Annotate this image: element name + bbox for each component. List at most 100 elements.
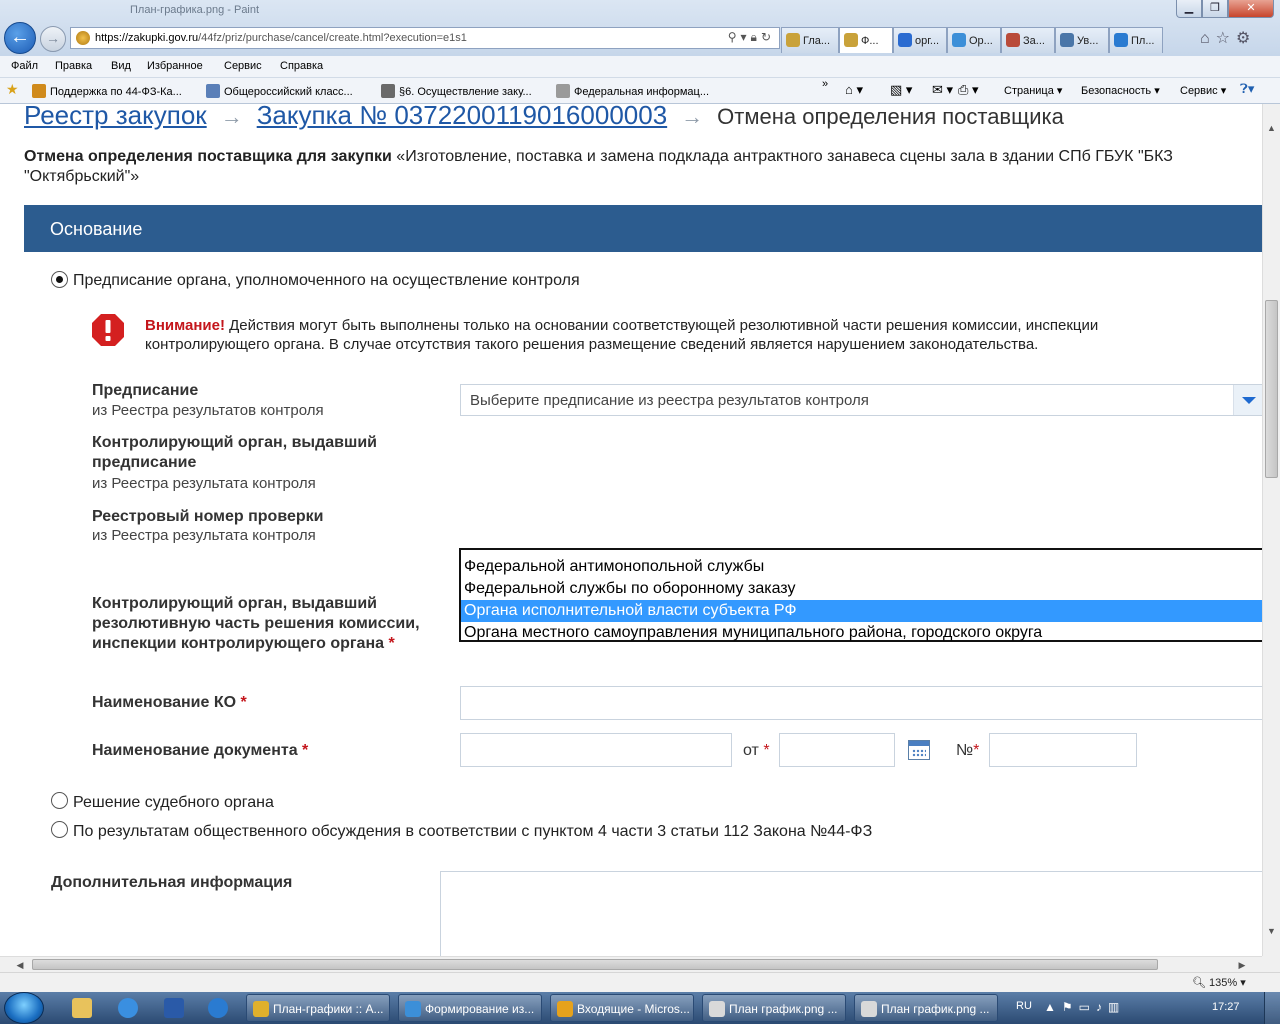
command-bar-item[interactable]: Страница ▾	[1004, 84, 1062, 97]
horizontal-scrollbar[interactable]: ◀ ▶	[0, 956, 1262, 972]
taskbar-window-button[interactable]: План-графики :: А...	[246, 994, 390, 1022]
menu-item[interactable]: Справка	[280, 60, 323, 72]
favorite-link[interactable]: Поддержка по 44-ФЗ-Ка...	[32, 84, 182, 98]
browser-tab[interactable]: Ор...	[947, 27, 1001, 53]
resolution-organ-dropdown-list[interactable]: Федеральной антимонопольной службы Федера…	[459, 548, 1262, 642]
section-header: Основание	[24, 205, 1262, 252]
scroll-up-icon[interactable]: ▲	[1263, 120, 1280, 137]
taskbar-window-button[interactable]: Формирование из...	[398, 994, 542, 1022]
radio-court-label[interactable]: Решение судебного органа	[73, 794, 274, 812]
page-viewport: Реестр закупок → Закупка № 037220011901600…	[0, 104, 1262, 956]
breadcrumb-registry-link[interactable]: Реестр закупок	[24, 104, 207, 130]
favorite-link[interactable]: §6. Осуществление заку...	[381, 84, 532, 98]
favorites-star-icon[interactable]: ★	[6, 81, 19, 98]
taskbar-window-button[interactable]: План график.png ...	[702, 994, 846, 1022]
dropdown-option[interactable]: Органа местного самоуправления муниципал…	[461, 622, 1262, 644]
back-button[interactable]: ←	[4, 22, 36, 54]
prescription-select[interactable]: Выберите предписание из реестра результа…	[460, 384, 1262, 416]
browser-icon[interactable]	[118, 998, 138, 1018]
radio-public-discussion-label[interactable]: По результатам общественного обсуждения …	[73, 823, 872, 841]
scroll-right-icon[interactable]: ▶	[1234, 957, 1250, 973]
menu-item[interactable]: Правка	[55, 60, 92, 72]
minimize-button[interactable]: ▁	[1176, 0, 1202, 18]
doc-name-input[interactable]	[460, 733, 732, 767]
radio-prescription[interactable]	[51, 271, 68, 288]
language-indicator[interactable]: RU	[1016, 1000, 1032, 1012]
monitor-icon: ▭	[1078, 1000, 1096, 1014]
tray-icons[interactable]: ▲⚑▭♪▥	[1044, 1000, 1125, 1014]
show-desktop-button[interactable]	[1264, 992, 1280, 1024]
command-bar-item[interactable]: Безопасность ▾	[1081, 84, 1160, 97]
extra-info-textarea[interactable]	[440, 871, 1262, 956]
print-icon[interactable]: ⎙ ▾	[958, 82, 979, 98]
close-button[interactable]: ✕	[1228, 0, 1274, 18]
chevron-down-icon[interactable]	[1233, 385, 1262, 415]
taskbar-window-button[interactable]: Входящие - Micros...	[550, 994, 694, 1022]
word-icon[interactable]	[164, 998, 184, 1018]
clock[interactable]: 17:27	[1212, 1001, 1240, 1013]
calendar-icon[interactable]	[908, 740, 930, 760]
favorite-link[interactable]: Общероссийский класс...	[206, 84, 353, 98]
ko-name-input[interactable]	[460, 686, 1262, 720]
browser-tab[interactable]: Пл...	[1109, 27, 1163, 53]
more-favorites-icon[interactable]: »	[822, 78, 828, 90]
forward-button[interactable]: →	[40, 26, 66, 52]
menu-bar: Файл Правка Вид Избранное Сервис Справка	[0, 56, 1280, 78]
menu-item[interactable]: Сервис	[224, 60, 262, 72]
doc-number-input[interactable]	[989, 733, 1137, 767]
menu-item[interactable]: Файл	[11, 60, 38, 72]
breadcrumb-purchase-link[interactable]: Закупка № 0372200119016000003	[257, 104, 667, 130]
home-icon[interactable]: ⌂ ▾	[845, 82, 863, 98]
menu-item[interactable]: Вид	[111, 60, 131, 72]
browser-tab[interactable]: Гла...	[781, 27, 839, 53]
favorite-site-icon	[556, 84, 570, 98]
refresh-icon: ↻	[760, 30, 775, 44]
ie-icon	[952, 33, 966, 47]
ie-icon	[405, 1001, 421, 1017]
radio-court[interactable]	[51, 792, 68, 809]
dropdown-option[interactable]: Федеральной антимонопольной службы	[461, 556, 1262, 578]
command-bar-item[interactable]: Сервис ▾	[1180, 84, 1226, 97]
scroll-down-icon[interactable]: ▼	[1263, 923, 1280, 940]
help-icon[interactable]	[208, 998, 228, 1018]
browser-tab-label: Пл...	[1131, 35, 1155, 47]
start-button[interactable]	[4, 992, 44, 1024]
taskbar-window-button[interactable]: План график.png ...	[854, 994, 998, 1022]
address-url[interactable]: https://zakupki.gov.ru/44fz/priz/purchas…	[95, 32, 467, 44]
radio-public-discussion[interactable]	[51, 821, 68, 838]
browser-title-bar: План-графика.png - Paint ▁ ❐ ✕ ← → https…	[0, 0, 1280, 56]
page-title-bold: Отмена определения поставщика для закупк…	[24, 148, 392, 165]
browser-tab[interactable]: Ув...	[1055, 27, 1109, 53]
dropdown-option[interactable]: Федеральной службы по оборонному заказу	[461, 578, 1262, 600]
mail-icon[interactable]: ✉ ▾	[932, 82, 953, 98]
zoom-level[interactable]: 🔍︎ 135% ▾	[1192, 976, 1246, 989]
gov-emblem-icon	[786, 33, 800, 47]
gov-emblem-icon	[844, 33, 858, 47]
issuer-label: Контролирующий орган, выдавший предписан…	[92, 434, 377, 471]
warning-icon	[92, 314, 124, 346]
doc-date-input[interactable]	[779, 733, 895, 767]
address-bar[interactable]: https://zakupki.gov.ru/44fz/priz/purchas…	[70, 27, 780, 49]
browser-tab-label: Ф...	[861, 35, 879, 47]
menu-item[interactable]: Избранное	[147, 60, 203, 72]
radio-prescription-label[interactable]: Предписание органа, уполномоченного на о…	[73, 272, 580, 290]
browser-tab[interactable]: орг...	[893, 27, 947, 53]
vk-icon	[1060, 33, 1074, 47]
favorites-star-icon: ☆	[1215, 30, 1237, 47]
browser-tab[interactable]: Ф...	[839, 27, 893, 53]
explorer-icon[interactable]	[72, 998, 92, 1018]
maximize-button[interactable]: ❐	[1202, 0, 1228, 18]
rss-icon[interactable]: ▧ ▾	[890, 82, 912, 98]
resolution-organ-label: Контролирующий орган, выдавший резолютив…	[92, 595, 420, 652]
help-icon[interactable]: ❓︎▾	[1240, 81, 1254, 97]
vertical-scroll-thumb[interactable]	[1265, 300, 1278, 478]
horizontal-scroll-thumb[interactable]	[32, 959, 1158, 970]
vertical-scrollbar[interactable]: ▲ ▼	[1262, 104, 1280, 956]
arrow-right-icon: →	[681, 104, 704, 129]
scroll-left-icon[interactable]: ◀	[12, 957, 28, 973]
dropdown-option[interactable]: Органа исполнительной власти субъекта РФ	[461, 600, 1262, 622]
browser-toolbar-icons[interactable]: ⌂☆⚙	[1200, 28, 1256, 48]
favorite-link[interactable]: Федеральная информац...	[556, 84, 709, 98]
browser-tab[interactable]: За...	[1001, 27, 1055, 53]
address-tools[interactable]: ⚲▾🔒︎↻	[728, 30, 775, 45]
